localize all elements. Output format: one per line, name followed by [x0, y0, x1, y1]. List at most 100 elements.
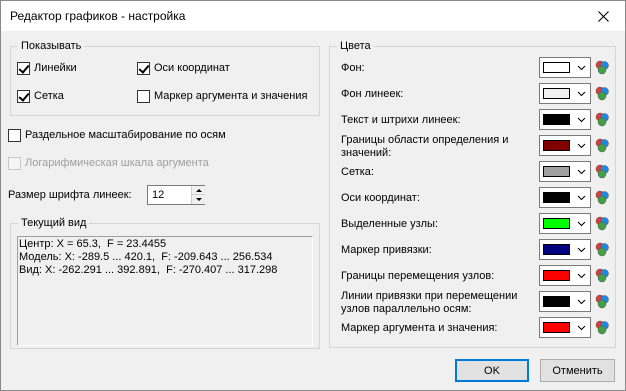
- color-label: Фон линеек:: [341, 88, 404, 100]
- spin-up-button[interactable]: [192, 186, 205, 195]
- settings-dialog: Редактор графиков - настройка Показывать…: [0, 0, 626, 391]
- spin-down-button[interactable]: [192, 195, 205, 204]
- rulers-label: Линейки: [34, 62, 77, 74]
- palette-icon: [595, 320, 609, 334]
- axes-label: Оси координат: [154, 62, 230, 74]
- view-model-line: Модель: X: -289.5 ... 420.1, F: -209.643…: [19, 251, 273, 263]
- grid-label: Сетка: [34, 90, 64, 102]
- palette-button[interactable]: [592, 265, 611, 286]
- separate-scaling-checkbox[interactable]: Раздельное масштабирование по осям: [8, 127, 226, 143]
- color-swatch: [543, 270, 570, 281]
- chevron-down-icon: [577, 273, 586, 279]
- separate-scaling-checkbox-box[interactable]: [8, 128, 21, 142]
- palette-icon: [595, 242, 609, 256]
- color-combo[interactable]: [539, 135, 591, 156]
- color-swatch: [543, 296, 570, 307]
- color-label: Маркер аргумента и значения:: [341, 322, 498, 334]
- font-size-label: Размер шрифта линеек:: [8, 189, 132, 201]
- color-label: Границы перемещения узлов:: [341, 270, 495, 282]
- rulers-checkbox[interactable]: Линейки: [17, 60, 77, 76]
- axes-checkbox-box[interactable]: [137, 61, 150, 75]
- show-group: Показывать: [10, 40, 320, 116]
- separate-scaling-label: Раздельное масштабирование по осям: [25, 129, 226, 141]
- color-combo[interactable]: [539, 161, 591, 182]
- palette-icon: [595, 138, 609, 152]
- ok-label: OK: [484, 364, 500, 377]
- color-swatch: [543, 166, 570, 177]
- palette-button[interactable]: [592, 57, 611, 78]
- chevron-down-icon: [577, 117, 586, 123]
- color-label: Оси координат:: [341, 192, 420, 204]
- chevron-down-icon: [577, 221, 586, 227]
- palette-button[interactable]: [592, 317, 611, 338]
- color-combo[interactable]: [539, 239, 591, 260]
- font-size-spinner[interactable]: 12: [147, 185, 205, 205]
- arrow-down-icon: [195, 198, 202, 201]
- palette-icon: [595, 216, 609, 230]
- color-combo[interactable]: [539, 109, 591, 130]
- color-swatch: [543, 322, 570, 333]
- color-label: Фон:: [341, 62, 365, 74]
- palette-button[interactable]: [592, 161, 611, 182]
- palette-icon: [595, 164, 609, 178]
- color-label: Текст и штрихи линеек:: [341, 114, 461, 126]
- color-swatch: [543, 88, 570, 99]
- ok-button[interactable]: OK: [455, 359, 529, 382]
- palette-icon: [595, 86, 609, 100]
- palette-icon: [595, 60, 609, 74]
- marker-checkbox-box[interactable]: [137, 89, 150, 103]
- color-swatch: [543, 140, 570, 151]
- palette-button[interactable]: [592, 83, 611, 104]
- chevron-down-icon: [577, 325, 586, 331]
- palette-icon: [595, 190, 609, 204]
- current-view-legend: Текущий вид: [18, 217, 90, 230]
- color-combo[interactable]: [539, 57, 591, 78]
- color-combo[interactable]: [539, 187, 591, 208]
- marker-checkbox[interactable]: Маркер аргумента и значения: [137, 88, 307, 104]
- color-swatch: [543, 244, 570, 255]
- chevron-down-icon: [577, 195, 586, 201]
- color-combo[interactable]: [539, 291, 591, 312]
- color-label: Границы области определения и значений:: [341, 134, 509, 159]
- window-title: Редактор графиков - настройка: [10, 9, 186, 23]
- log-scale-checkbox-box: [8, 156, 21, 170]
- color-combo[interactable]: [539, 83, 591, 104]
- palette-button[interactable]: [592, 135, 611, 156]
- palette-button[interactable]: [592, 291, 611, 312]
- grid-checkbox[interactable]: Сетка: [17, 88, 64, 104]
- rulers-checkbox-box[interactable]: [17, 61, 30, 75]
- view-center-line: Центр: X = 65.3, F = 23.4455: [19, 238, 167, 250]
- chevron-down-icon: [577, 65, 586, 71]
- close-icon: [597, 10, 609, 22]
- palette-icon: [595, 268, 609, 282]
- palette-button[interactable]: [592, 109, 611, 130]
- current-view-text: Центр: X = 65.3, F = 23.4455 Модель: X: …: [17, 236, 313, 346]
- chevron-down-icon: [577, 169, 586, 175]
- color-swatch: [543, 218, 570, 229]
- color-combo[interactable]: [539, 317, 591, 338]
- font-size-value[interactable]: 12: [152, 189, 164, 201]
- axes-checkbox[interactable]: Оси координат: [137, 60, 230, 76]
- marker-label: Маркер аргумента и значения: [154, 90, 308, 102]
- palette-button[interactable]: [592, 239, 611, 260]
- color-swatch: [543, 114, 570, 125]
- colors-legend: Цвета: [337, 40, 374, 53]
- view-view-line: Вид: X: -262.291 ... 392.891, F: -270.40…: [19, 264, 278, 276]
- palette-button[interactable]: [592, 187, 611, 208]
- palette-button[interactable]: [592, 213, 611, 234]
- show-group-legend: Показывать: [18, 40, 85, 53]
- grid-checkbox-box[interactable]: [17, 89, 30, 103]
- spinner-buttons: [191, 186, 205, 204]
- close-button[interactable]: [581, 1, 625, 31]
- log-scale-checkbox: Логарифмическая шкала аргумента: [8, 155, 209, 171]
- title-bar: Редактор графиков - настройка: [1, 1, 625, 31]
- cancel-button[interactable]: Отменить: [540, 359, 615, 382]
- palette-icon: [595, 294, 609, 308]
- cancel-label: Отменить: [552, 364, 603, 377]
- color-swatch: [543, 192, 570, 203]
- color-combo[interactable]: [539, 265, 591, 286]
- color-label: Сетка:: [341, 166, 374, 178]
- chevron-down-icon: [577, 91, 586, 97]
- chevron-down-icon: [577, 247, 586, 253]
- color-combo[interactable]: [539, 213, 591, 234]
